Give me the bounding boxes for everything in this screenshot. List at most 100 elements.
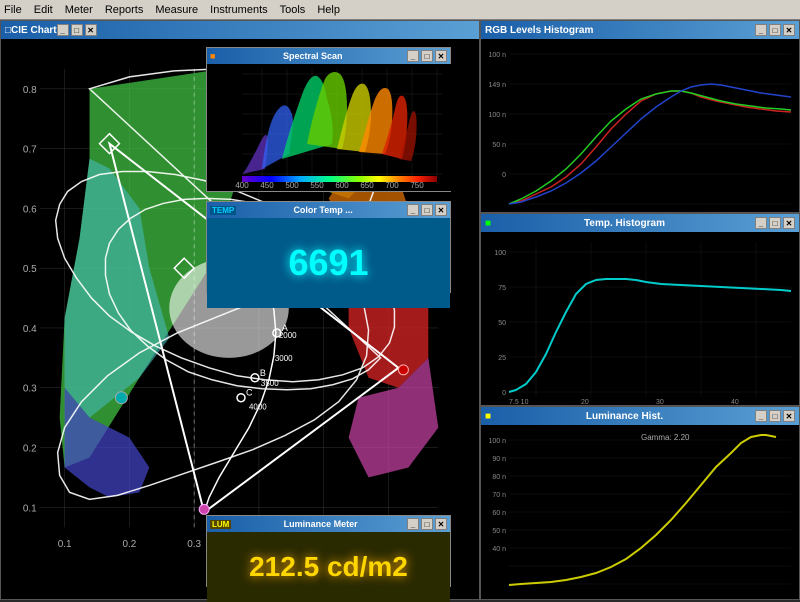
cie-titlebar[interactable]: □ CIE Chart _ □ ✕ <box>1 21 479 39</box>
lum-histogram-titlebar[interactable]: ■ Luminance Hist. _ □ ✕ <box>481 407 799 425</box>
spectral-close-btn[interactable]: ✕ <box>435 50 447 62</box>
colortemp-minimize-btn[interactable]: _ <box>407 204 419 216</box>
temp-hist-maximize-btn[interactable]: □ <box>769 217 781 229</box>
cie-close-btn[interactable]: ✕ <box>85 24 97 36</box>
color-temp-titlebar[interactable]: TEMP Color Temp ... _ □ ✕ <box>207 202 450 218</box>
luminance-meter-titlebar[interactable]: LUM Luminance Meter _ □ ✕ <box>207 516 450 532</box>
temp-hist-buttons: _ □ ✕ <box>755 217 795 229</box>
svg-text:0.2: 0.2 <box>122 539 136 550</box>
menu-edit[interactable]: Edit <box>34 4 53 16</box>
spectral-scan-titlebar[interactable]: ■ Spectral Scan _ □ ✕ <box>207 48 450 64</box>
menu-bar: File Edit Meter Reports Measure Instrume… <box>0 0 800 20</box>
temp-hist-title: Temp. Histogram <box>584 218 665 229</box>
color-temp-display: 6691 <box>207 218 450 308</box>
svg-text:700: 700 <box>385 181 399 190</box>
spectral-maximize-btn[interactable]: □ <box>421 50 433 62</box>
luminance-value: 212.5 cd/m2 <box>249 551 408 583</box>
lum-hist-icon: ■ <box>485 411 491 422</box>
svg-text:25: 25 <box>498 355 506 362</box>
menu-file[interactable]: File <box>4 4 22 16</box>
spectral-minimize-btn[interactable]: _ <box>407 50 419 62</box>
svg-text:75: 75 <box>498 285 506 292</box>
lum-histogram-panel: ■ Luminance Hist. _ □ ✕ <box>480 406 800 600</box>
svg-text:B: B <box>260 368 266 378</box>
svg-text:4000: 4000 <box>249 403 267 412</box>
rgb-histogram-content: 100 n 149 n 100 n 50 n 0 <box>481 39 799 212</box>
spectral-title: Spectral Scan <box>283 51 343 61</box>
svg-text:0.4: 0.4 <box>23 324 37 335</box>
cie-chart-area: 0.8 0.7 0.6 0.5 0.4 0.3 0.2 0.1 0.1 0.2 … <box>1 39 479 599</box>
svg-text:650: 650 <box>360 181 374 190</box>
menu-meter[interactable]: Meter <box>65 4 93 16</box>
color-temp-value: 6691 <box>288 242 368 284</box>
svg-text:550: 550 <box>310 181 324 190</box>
colortemp-title: Color Temp ... <box>293 205 352 215</box>
svg-text:20: 20 <box>581 399 589 405</box>
svg-text:100: 100 <box>494 250 506 257</box>
cie-minimize-btn[interactable]: _ <box>57 24 69 36</box>
svg-text:50 n: 50 n <box>492 528 506 535</box>
temp-histogram-content: 100 75 50 25 0 7.5 10 20 30 40 <box>481 232 799 405</box>
colortemp-icon: TEMP <box>210 206 236 215</box>
cie-title-buttons: _ □ ✕ <box>57 24 97 36</box>
colortemp-maximize-btn[interactable]: □ <box>421 204 433 216</box>
svg-text:0.2: 0.2 <box>23 444 37 455</box>
spectral-scan-content: 400 450 500 550 600 650 700 750 <box>207 64 450 191</box>
menu-help[interactable]: Help <box>317 4 340 16</box>
menu-measure[interactable]: Measure <box>155 4 198 16</box>
luminance-minimize-btn[interactable]: _ <box>407 518 419 530</box>
svg-text:600: 600 <box>335 181 349 190</box>
svg-text:60 n: 60 n <box>492 510 506 517</box>
spectral-scan-window: ■ Spectral Scan _ □ ✕ <box>206 47 451 192</box>
svg-text:0.3: 0.3 <box>187 539 201 550</box>
lum-hist-maximize-btn[interactable]: □ <box>769 410 781 422</box>
rgb-maximize-btn[interactable]: □ <box>769 24 781 36</box>
luminance-close-btn[interactable]: ✕ <box>435 518 447 530</box>
right-panels: RGB Levels Histogram _ □ ✕ <box>480 20 800 600</box>
svg-text:C: C <box>246 388 253 398</box>
rgb-minimize-btn[interactable]: _ <box>755 24 767 36</box>
svg-text:750: 750 <box>410 181 424 190</box>
colortemp-close-btn[interactable]: ✕ <box>435 204 447 216</box>
spectral-icon: ■ <box>210 51 215 61</box>
lum-hist-close-btn[interactable]: ✕ <box>783 410 795 422</box>
rgb-close-btn[interactable]: ✕ <box>783 24 795 36</box>
luminance-maximize-btn[interactable]: □ <box>421 518 433 530</box>
svg-text:40 n: 40 n <box>492 546 506 553</box>
svg-text:50: 50 <box>498 320 506 327</box>
rgb-histogram-titlebar[interactable]: RGB Levels Histogram _ □ ✕ <box>481 21 799 39</box>
svg-text:450: 450 <box>260 181 274 190</box>
rgb-histogram-panel: RGB Levels Histogram _ □ ✕ <box>480 20 800 213</box>
svg-text:0.6: 0.6 <box>23 204 37 215</box>
temp-hist-close-btn[interactable]: ✕ <box>783 217 795 229</box>
cie-panel: □ CIE Chart _ □ ✕ <box>0 20 480 600</box>
svg-text:50 n: 50 n <box>492 142 506 149</box>
menu-reports[interactable]: Reports <box>105 4 144 16</box>
luminance-display: 212.5 cd/m2 <box>207 532 450 602</box>
svg-text:80 n: 80 n <box>492 474 506 481</box>
menu-instruments[interactable]: Instruments <box>210 4 267 16</box>
temp-histogram-panel: ■ Temp. Histogram _ □ ✕ <box>480 213 800 406</box>
lum-histogram-content: 100 n 90 n 80 n 70 n 60 n 50 n 40 n Gamm… <box>481 425 799 599</box>
svg-text:500: 500 <box>285 181 299 190</box>
lum-hist-buttons: _ □ ✕ <box>755 410 795 422</box>
temp-histogram-titlebar[interactable]: ■ Temp. Histogram _ □ ✕ <box>481 214 799 232</box>
lum-histogram-svg: 100 n 90 n 80 n 70 n 60 n 50 n 40 n Gamm… <box>481 425 799 599</box>
svg-text:0.1: 0.1 <box>58 539 72 550</box>
svg-text:0: 0 <box>502 390 506 397</box>
svg-text:0.7: 0.7 <box>23 145 37 156</box>
svg-text:0.1: 0.1 <box>23 503 37 514</box>
svg-text:Gamma: 2.20: Gamma: 2.20 <box>641 433 690 442</box>
lum-hist-minimize-btn[interactable]: _ <box>755 410 767 422</box>
menu-tools[interactable]: Tools <box>280 4 306 16</box>
cie-maximize-btn[interactable]: □ <box>71 24 83 36</box>
temp-hist-minimize-btn[interactable]: _ <box>755 217 767 229</box>
svg-text:70 n: 70 n <box>492 492 506 499</box>
color-temp-window: TEMP Color Temp ... _ □ ✕ 6691 <box>206 201 451 293</box>
luminance-title-buttons: _ □ ✕ <box>407 518 447 530</box>
luminance-icon: LUM <box>210 520 231 529</box>
svg-text:100 n: 100 n <box>488 438 506 445</box>
cie-title-label: CIE Chart <box>11 25 57 36</box>
svg-text:90 n: 90 n <box>492 456 506 463</box>
luminance-title: Luminance Meter <box>284 519 358 529</box>
